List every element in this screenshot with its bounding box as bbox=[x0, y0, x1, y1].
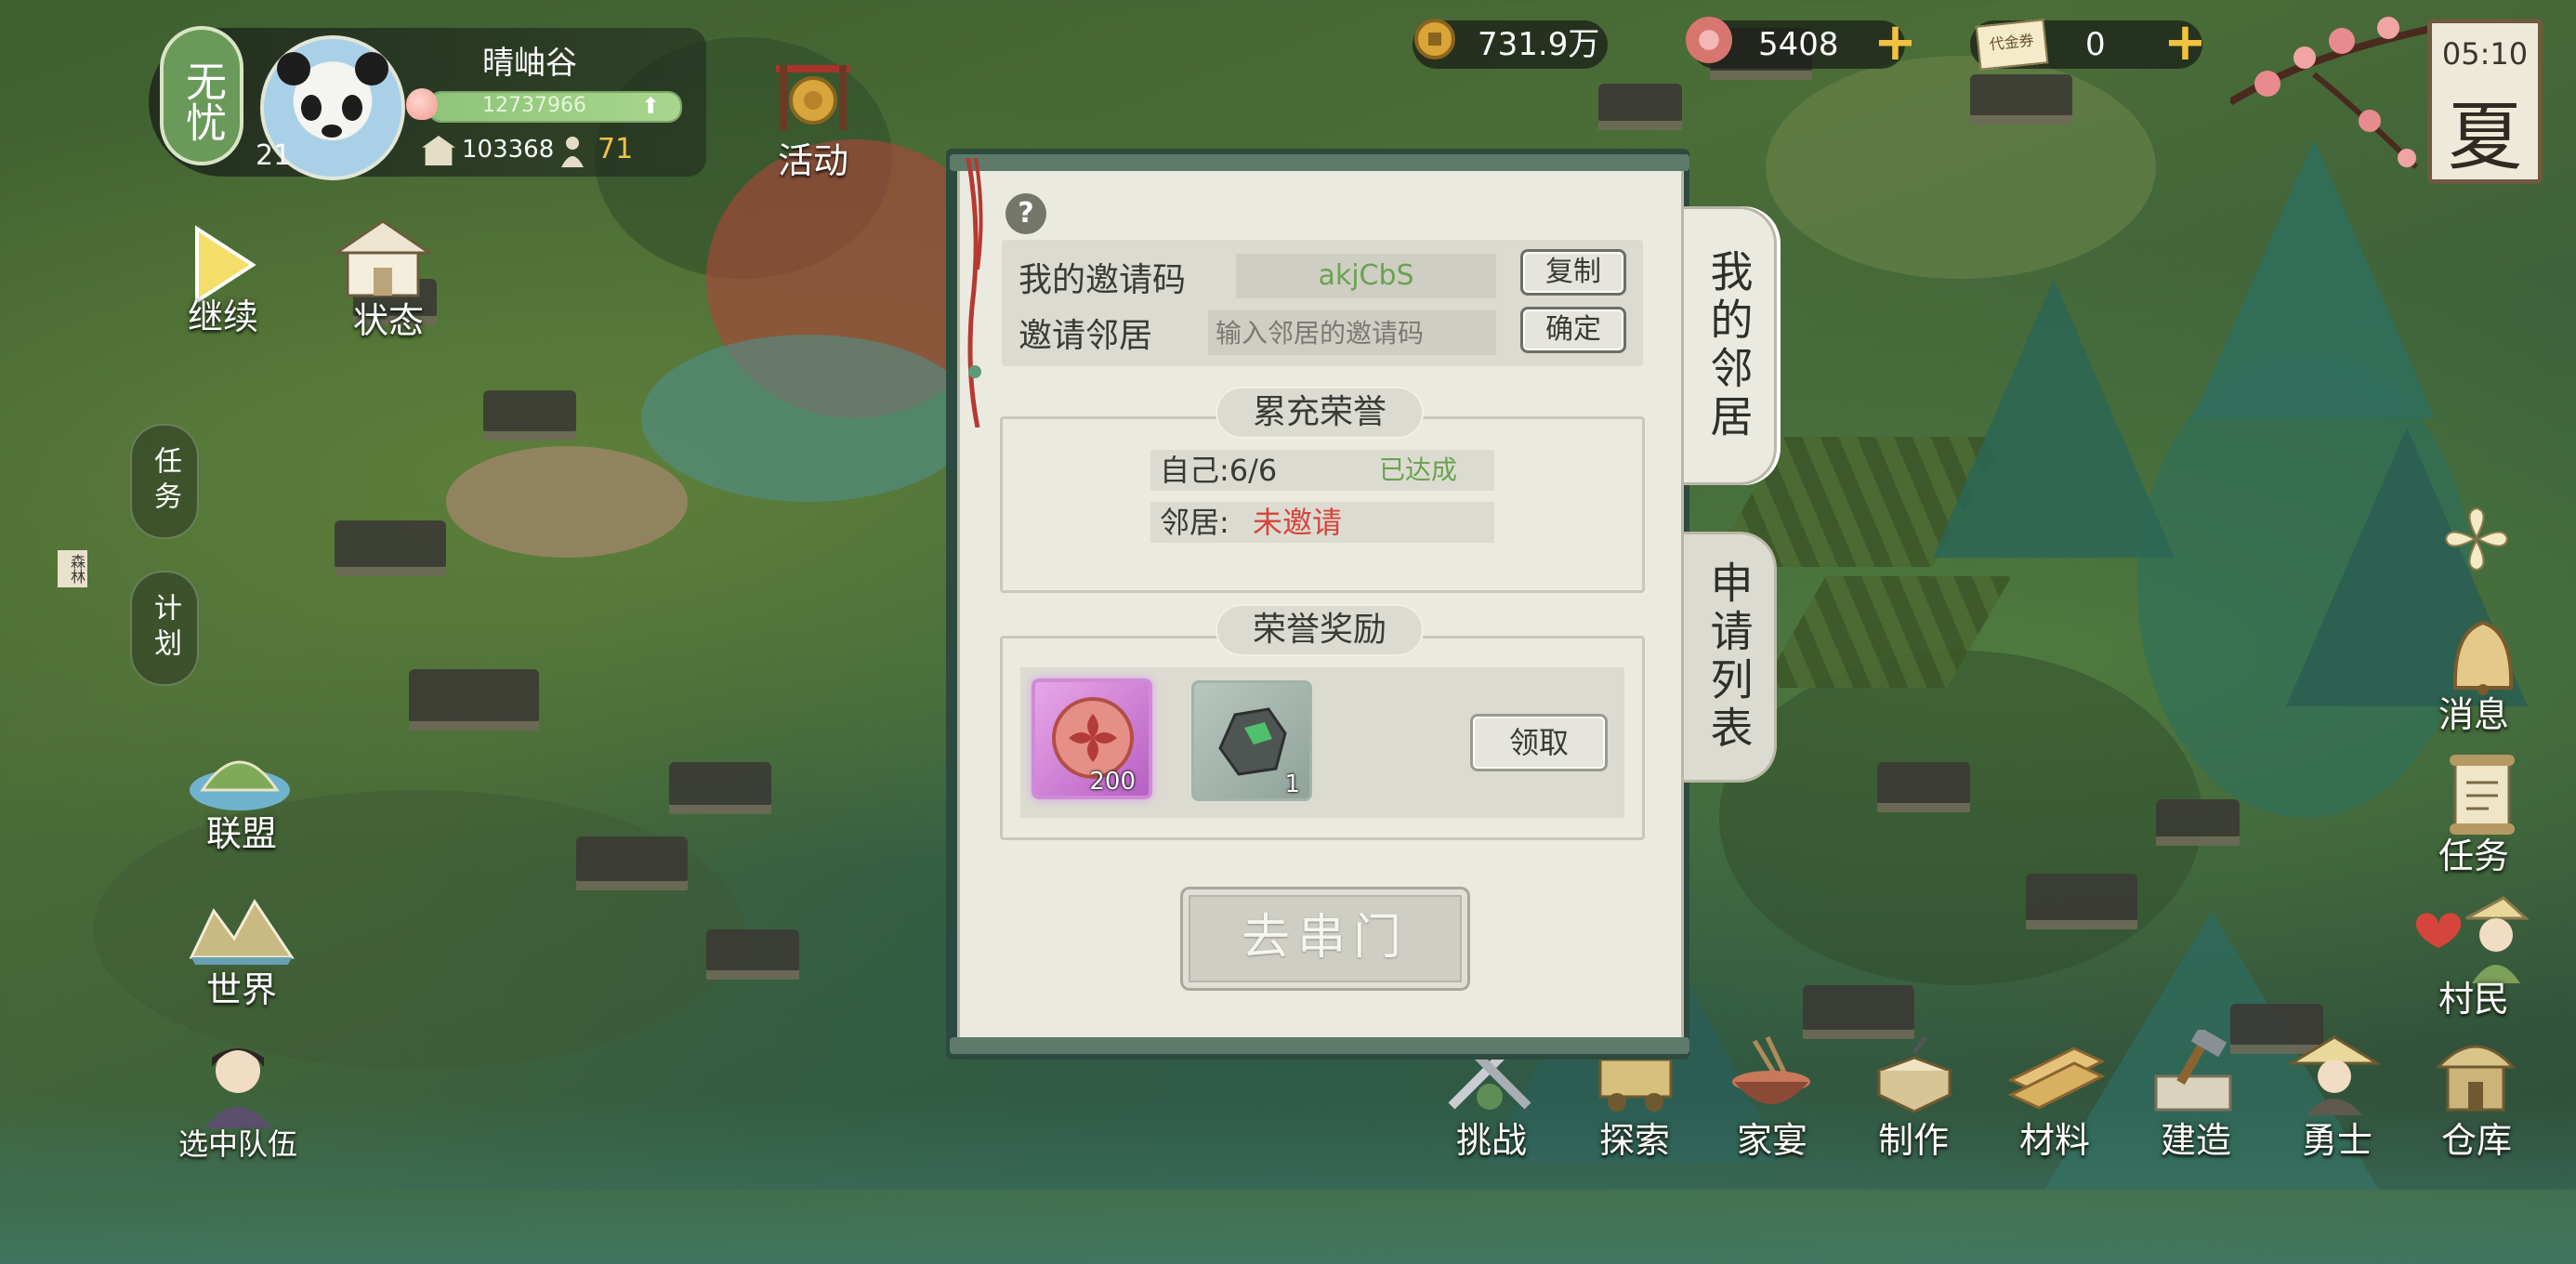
neighbor-code-input[interactable] bbox=[1208, 310, 1496, 355]
build-hammer-icon[interactable] bbox=[2147, 1030, 2240, 1113]
neighbor-progress-row: 邻居: 未邀请 bbox=[1150, 502, 1494, 543]
warehouse-hut-icon[interactable] bbox=[2429, 1026, 2522, 1115]
status-button[interactable]: 状态 bbox=[333, 292, 444, 343]
status-house-icon[interactable] bbox=[327, 212, 439, 305]
season-clock[interactable]: 05:10 夏 bbox=[2427, 19, 2543, 184]
confirm-button[interactable]: 确定 bbox=[1520, 307, 1626, 353]
world-button[interactable]: 世界 bbox=[186, 961, 297, 1012]
dialog-top-rod bbox=[950, 154, 1689, 171]
flower-currency-icon bbox=[1686, 17, 1732, 63]
voucher-value: 0 bbox=[2085, 26, 2106, 63]
messages-button[interactable]: 消息 bbox=[2438, 686, 2509, 737]
reward-slot-jade[interactable]: 1 bbox=[1191, 680, 1312, 801]
selected-team-button[interactable]: 选中队伍 bbox=[173, 1121, 303, 1164]
claim-reward-button[interactable]: 领取 bbox=[1470, 714, 1608, 771]
honor-section-title: 累充荣誉 bbox=[1217, 388, 1422, 437]
reward-count-flower: 200 bbox=[1089, 768, 1136, 796]
bottom-menu-build[interactable]: 建造 bbox=[2145, 1112, 2247, 1163]
player-level: 21 bbox=[256, 139, 292, 172]
tab-application-list[interactable]: 申请列表 bbox=[1684, 532, 1777, 783]
ribbon-decoration bbox=[966, 158, 983, 428]
reward-section-title: 荣誉奖励 bbox=[1217, 606, 1422, 654]
activity-label[interactable]: 活动 bbox=[762, 132, 864, 183]
bottom-menu-feast[interactable]: 家宴 bbox=[1721, 1112, 1823, 1163]
team-hero-icon[interactable] bbox=[191, 1039, 284, 1128]
plum-blossom-branch bbox=[2230, 17, 2435, 170]
tasks-side-tab[interactable]: 任务 bbox=[130, 424, 199, 539]
world-map-icon[interactable] bbox=[186, 892, 297, 967]
tab-my-neighbors[interactable]: 我的邻居 bbox=[1684, 206, 1777, 485]
exp-value: 12737966 bbox=[482, 94, 586, 117]
reward-slot-flower[interactable]: 200 bbox=[1032, 678, 1152, 799]
add-flower-button[interactable]: + bbox=[1873, 17, 1917, 69]
my-invite-code-label: 我的邀请码 bbox=[1019, 261, 1187, 299]
self-status-achieved: 已达成 bbox=[1379, 454, 1458, 485]
visit-neighbor-button[interactable]: 去串门 bbox=[1180, 887, 1470, 991]
voucher-icon: 代金券 bbox=[1975, 19, 2049, 71]
task-scroll-icon[interactable] bbox=[2440, 751, 2524, 836]
level-up-arrow-icon[interactable]: ⬆ bbox=[641, 93, 660, 119]
dialog-bottom-rod bbox=[950, 1037, 1689, 1054]
four-petal-menu-icon[interactable] bbox=[2444, 507, 2509, 572]
clock-time: 05:10 bbox=[2441, 36, 2529, 72]
continue-button[interactable]: 继续 bbox=[167, 288, 279, 339]
flower-currency-value: 5408 bbox=[1758, 26, 1839, 63]
bottom-menu-explore[interactable]: 探索 bbox=[1584, 1112, 1686, 1163]
invite-neighbor-label: 邀请邻居 bbox=[1019, 317, 1153, 355]
prosperity-value: 103368 bbox=[462, 136, 555, 164]
lumber-planks-icon[interactable] bbox=[2005, 1034, 2108, 1113]
jade-ore-icon bbox=[1218, 707, 1287, 776]
self-progress-label: 自己:6/6 bbox=[1160, 453, 1278, 488]
my-invite-code-value: akjCbS bbox=[1236, 254, 1496, 298]
alliance-button[interactable]: 联盟 bbox=[186, 805, 297, 856]
player-name: 晴岫谷 bbox=[482, 45, 577, 82]
coin-icon bbox=[1414, 19, 1455, 59]
self-progress-row: 自己:6/6 已达成 bbox=[1150, 450, 1494, 491]
villagers-button[interactable]: 村民 bbox=[2438, 970, 2509, 1021]
bottom-menu-craft[interactable]: 制作 bbox=[1862, 1112, 1965, 1163]
copy-button[interactable]: 复制 bbox=[1520, 249, 1626, 296]
reward-count-jade: 1 bbox=[1284, 770, 1300, 798]
bottom-menu-warehouse[interactable]: 仓库 bbox=[2425, 1112, 2528, 1163]
activity-gong-icon[interactable] bbox=[767, 56, 860, 136]
bottom-menu-challenge[interactable]: 挑战 bbox=[1440, 1112, 1543, 1163]
population-icon bbox=[561, 137, 584, 167]
neighbor-status-not-invited: 未邀请 bbox=[1253, 505, 1343, 540]
season-indicator: 夏 bbox=[2448, 94, 2522, 180]
player-status-seal[interactable]: 无忧 bbox=[160, 26, 243, 165]
feast-bowl-icon[interactable] bbox=[1727, 1034, 1816, 1113]
coins-value: 731.9万 bbox=[1478, 26, 1600, 63]
add-voucher-button[interactable]: + bbox=[2163, 17, 2207, 69]
craft-book-icon[interactable] bbox=[1870, 1034, 1959, 1113]
population-value: 71 bbox=[598, 133, 634, 165]
bottom-menu-warriors[interactable]: 勇士 bbox=[2286, 1112, 2388, 1163]
forest-signpost: 森林 bbox=[58, 550, 87, 587]
plan-side-tab[interactable]: 计划 bbox=[130, 571, 199, 686]
villager-heart-icon[interactable] bbox=[2411, 890, 2531, 983]
tasks-button[interactable]: 任务 bbox=[2438, 827, 2509, 878]
message-bell-icon[interactable] bbox=[2438, 613, 2528, 697]
help-icon[interactable]: ? bbox=[1005, 193, 1046, 234]
neighbor-progress-label: 邻居: bbox=[1160, 505, 1229, 540]
warrior-hat-icon[interactable] bbox=[2288, 1026, 2381, 1115]
bottom-menu-materials[interactable]: 材料 bbox=[2004, 1112, 2106, 1163]
